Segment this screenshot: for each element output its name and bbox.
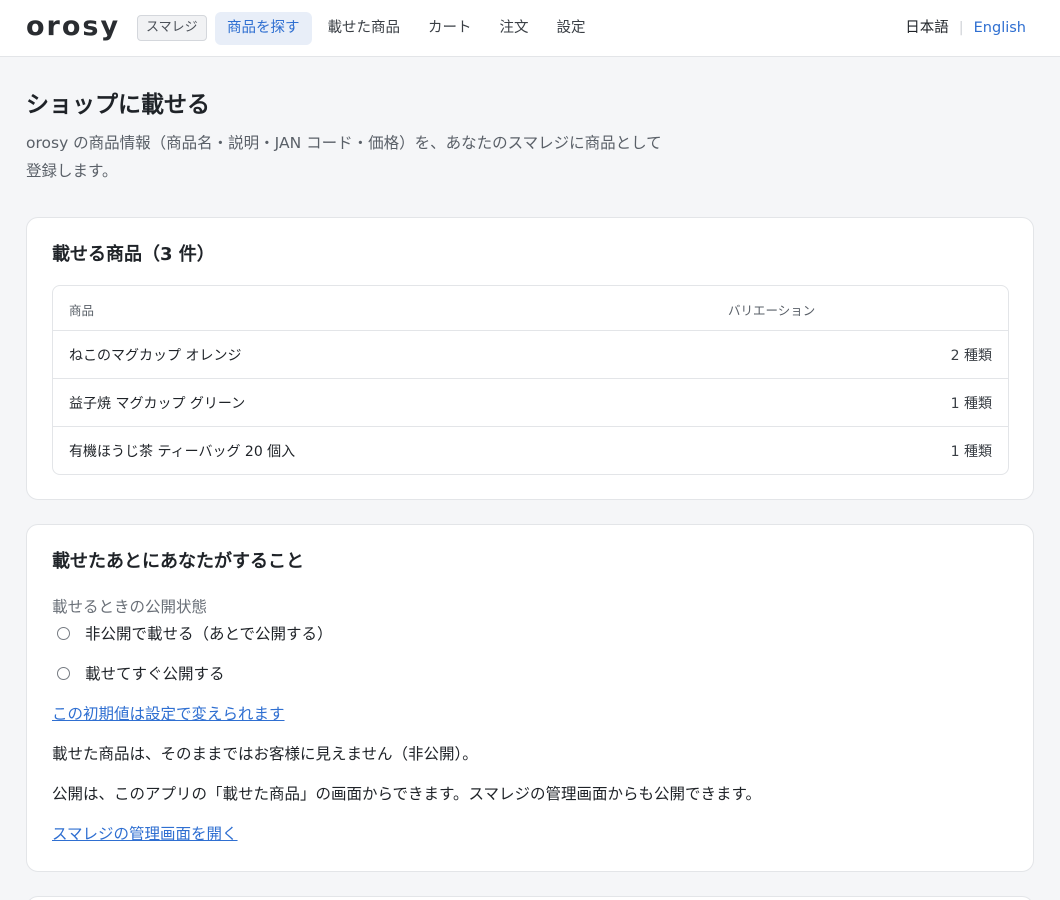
product-name: ねこのマグカップ オレンジ [69, 348, 242, 364]
product-variation-count: 1 種類 [950, 396, 992, 412]
page-title: ショップに載せる [26, 92, 210, 118]
column-header-product: 商品 [69, 303, 95, 318]
app-header: orosy スマレジ 商品を探す 載せた商品 カート 注文 設定 日本語 | E… [0, 0, 1060, 57]
table-row: 益子焼 マグカップ グリーン 1 種類 [53, 379, 1008, 427]
after-listing-card: 載せたあとにあなたがすること 載せるときの公開状態 非公開で載せる（あとで公開す… [26, 524, 1034, 872]
table-row: 有機ほうじ茶 ティーバッグ 20 個入 1 種類 [53, 427, 1008, 474]
product-name: 益子焼 マグカップ グリーン [69, 396, 246, 412]
radio-button-public[interactable] [57, 666, 70, 680]
product-name: 有機ほうじ茶 ティーバッグ 20 個入 [69, 444, 296, 460]
nav-listed-products[interactable]: 載せた商品 [316, 12, 413, 45]
nav-settings[interactable]: 設定 [545, 12, 598, 45]
radio-option-private[interactable]: 非公開で載せる（あとで公開する） [52, 622, 333, 644]
product-variation-count: 1 種類 [950, 444, 992, 460]
radio-label-public: 載せてすぐ公開する [85, 665, 225, 683]
open-admin-link[interactable]: スマレジの管理画面を開く [52, 822, 238, 844]
lang-separator: | [958, 20, 964, 36]
main-nav: 商品を探す 載せた商品 カート 注文 設定 [215, 12, 602, 45]
nav-search-products[interactable]: 商品を探す [215, 12, 312, 45]
radio-label-private: 非公開で載せる（あとで公開する） [85, 625, 333, 643]
language-switcher: 日本語 | English [905, 17, 1026, 39]
radio-button-private[interactable] [57, 626, 70, 640]
nav-orders[interactable]: 注文 [488, 12, 541, 45]
after-listing-card-title: 載せたあとにあなたがすること [52, 551, 304, 572]
products-card-title: 載せる商品（3 件） [52, 244, 215, 265]
products-card: 載せる商品（3 件） 商品 バリエーション ねこのマグカップ オレンジ 2 種類… [26, 217, 1034, 500]
column-header-variation: バリエーション [728, 303, 816, 318]
page-description: orosy の商品情報（商品名・説明・JAN コード・価格）を、あなたのスマレジ… [26, 134, 662, 180]
settings-default-link[interactable]: この初期値は設定で変えられます [52, 702, 285, 724]
publish-note: 公開は、このアプリの「載せた商品」の画面からできます。スマレジの管理画面からも公… [52, 785, 761, 803]
visibility-label: 載せるときの公開状態 [52, 598, 208, 616]
next-card [26, 896, 1034, 900]
table-header: 商品 バリエーション [53, 286, 1008, 331]
products-table: 商品 バリエーション ねこのマグカップ オレンジ 2 種類 益子焼 マグカップ … [52, 285, 1009, 475]
table-row: ねこのマグカップ オレンジ 2 種類 [53, 331, 1008, 379]
smaregi-badge: スマレジ [137, 15, 207, 41]
product-variation-count: 2 種類 [950, 348, 992, 364]
lang-japanese[interactable]: 日本語 [905, 17, 949, 39]
orosy-logo[interactable]: orosy [26, 10, 120, 44]
private-note: 載せた商品は、そのままではお客様に見えません（非公開）。 [52, 745, 478, 763]
radio-option-public[interactable]: 載せてすぐ公開する [52, 662, 225, 684]
nav-cart[interactable]: カート [416, 12, 484, 45]
lang-english[interactable]: English [974, 17, 1026, 39]
